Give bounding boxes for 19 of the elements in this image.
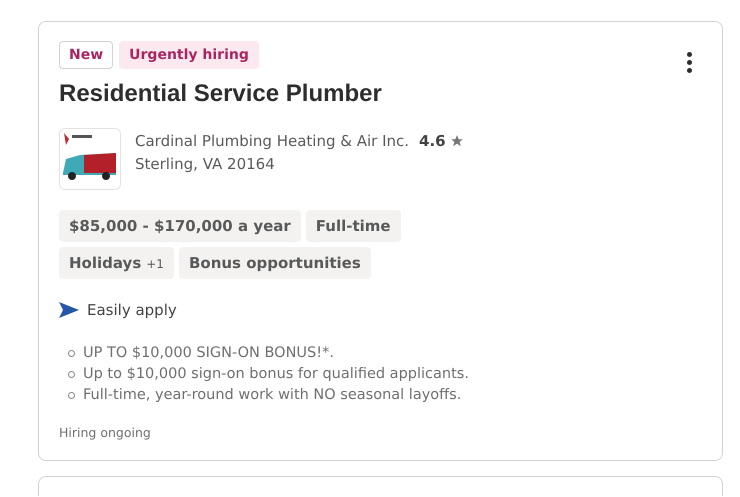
job-title[interactable]: Residential Service Plumber — [59, 80, 702, 108]
job-attribute: Full-time — [306, 210, 401, 242]
company-rating: 4.6 — [419, 132, 446, 150]
job-attribute: $85,000 - $170,000 a year — [59, 210, 301, 242]
job-location: Sterling, VA 20164 — [135, 155, 276, 173]
star-icon — [450, 134, 464, 148]
job-snippet: UP TO $10,000 SIGN-ON BONUS!*. — [59, 345, 702, 361]
send-arrow-icon — [59, 302, 79, 318]
easily-apply-label: Easily apply — [87, 301, 177, 319]
job-snippet: Up to $10,000 sign-on bonus for qualified applicants. — [59, 366, 702, 382]
job-tag: New — [59, 41, 114, 69]
company-name[interactable]: Cardinal Plumbing Heating & Air Inc. — [135, 132, 410, 150]
hiring-status: Hiring ongoing — [59, 425, 152, 440]
company-logo — [59, 128, 121, 190]
job-attribute: Bonus opportunities — [178, 247, 371, 279]
job-card[interactable] — [38, 21, 723, 461]
job-attribute: Holidays +1 — [59, 247, 174, 279]
job-snippet: Full-time, year-round work with NO seasonal layoffs. — [59, 387, 702, 403]
job-tag: Urgently hiring — [119, 41, 259, 69]
